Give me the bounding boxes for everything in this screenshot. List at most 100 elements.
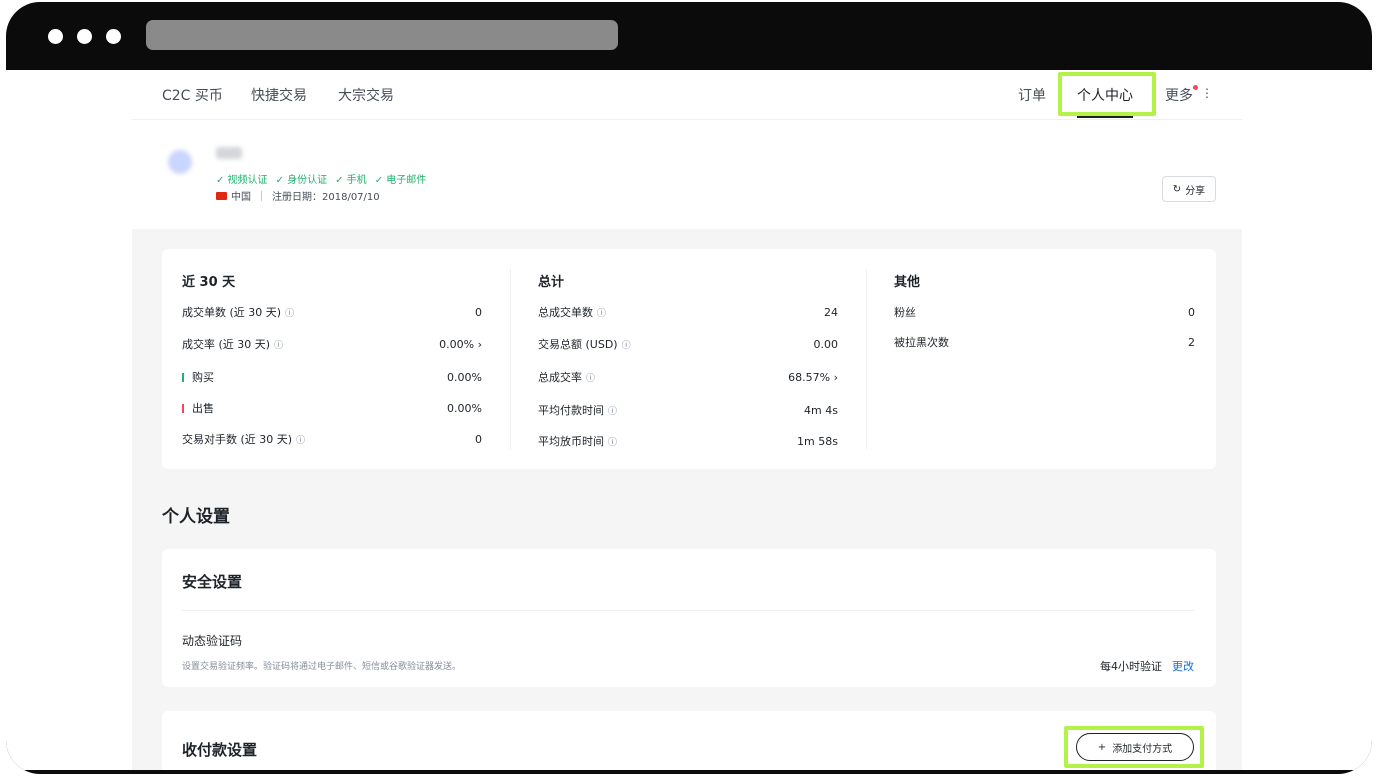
twofa-frequency-value: 每4小时验证: [1100, 660, 1162, 673]
stat-label: 平均放币时间: [538, 435, 604, 448]
twofa-title: 动态验证码: [182, 634, 243, 648]
username-blurred: [216, 147, 242, 159]
column-divider: [510, 269, 511, 449]
stat-value: 0.00%: [447, 370, 482, 384]
add-payment-method-button[interactable]: + 添加支付方式: [1076, 733, 1194, 761]
more-menu-icon[interactable]: ⋮: [1201, 86, 1213, 100]
nav-more[interactable]: 更多: [1165, 85, 1193, 105]
share-label: 分享: [1185, 185, 1206, 197]
stats-total-column: 总计 总成交单数 ⓘ 24 交易总额 (USD) ⓘ 0.00 总成交率 ⓘ 68.5…: [518, 249, 874, 469]
profile-meta: 中国 注册日期：2018/07/10: [216, 188, 380, 203]
badge-video-verified: ✓ 视频认证: [216, 175, 268, 186]
badge-phone-verified: ✓ 手机: [335, 175, 367, 186]
verification-badges: ✓ 视频认证 ✓ 身份认证 ✓ 手机 ✓ 电子邮件: [216, 171, 426, 186]
info-icon[interactable]: ⓘ: [296, 433, 305, 446]
top-nav: C2C 买币 快捷交易 大宗交易 订单 个人中心 更多 ⋮: [132, 70, 1242, 120]
nav-orders[interactable]: 订单: [1018, 85, 1046, 105]
stat-label: 购买: [192, 371, 214, 384]
share-button[interactable]: ↻ 分享: [1162, 176, 1216, 202]
stat-row: 成交单数 (近 30 天) ⓘ 0: [182, 304, 482, 320]
stat-row: 被拉黑次数 2: [894, 334, 1195, 350]
browser-frame: C2C 买币 快捷交易 大宗交易 订单 个人中心 更多 ⋮ ✓ 视频认证 ✓ 身…: [6, 2, 1372, 774]
profile-header: ✓ 视频认证 ✓ 身份认证 ✓ 手机 ✓ 电子邮件 中国 注册日期：2018/0…: [132, 121, 1242, 229]
avatar: [168, 150, 192, 174]
stats-card: 近 30 天 成交单数 (近 30 天) ⓘ 0 成交率 (近 30 天) ⓘ 0.…: [162, 249, 1216, 469]
stat-value: 2: [1188, 335, 1195, 349]
stat-label: 被拉黑次数: [894, 336, 949, 349]
stat-value: 0.00% ›: [439, 337, 482, 351]
stat-value: 4m 4s: [804, 403, 838, 417]
payment-settings-card: 收付款设置 + 添加支付方式: [162, 711, 1216, 770]
stats-other-title: 其他: [894, 275, 921, 290]
info-icon[interactable]: ⓘ: [622, 338, 631, 351]
twofa-frequency: 每4小时验证 更改: [1100, 658, 1194, 674]
page-viewport: C2C 买币 快捷交易 大宗交易 订单 个人中心 更多 ⋮ ✓ 视频认证 ✓ 身…: [6, 70, 1372, 770]
stat-row[interactable]: 总成交率 ⓘ 68.57% ›: [538, 369, 838, 385]
stat-row: 平均付款时间 ⓘ 4m 4s: [538, 402, 838, 418]
info-icon[interactable]: ⓘ: [608, 435, 617, 448]
stat-label: 粉丝: [894, 306, 916, 319]
plus-icon: +: [1097, 741, 1107, 753]
stat-label: 交易总额 (USD): [538, 338, 618, 351]
stat-row: 平均放币时间 ⓘ 1m 58s: [538, 433, 838, 449]
window-controls: [48, 29, 121, 44]
info-icon[interactable]: ⓘ: [285, 306, 294, 319]
info-icon[interactable]: ⓘ: [597, 306, 606, 319]
stat-value: 1m 58s: [797, 434, 838, 448]
twofa-change-link[interactable]: 更改: [1172, 658, 1194, 674]
nav-block-trade[interactable]: 大宗交易: [338, 85, 394, 105]
stat-value: 0.00: [813, 337, 839, 351]
stat-row: 总成交单数 ⓘ 24: [538, 304, 838, 320]
stats-recent-title: 近 30 天: [182, 275, 236, 290]
info-icon[interactable]: ⓘ: [274, 338, 283, 351]
stat-value: 24: [824, 305, 838, 319]
security-settings-title: 安全设置: [182, 573, 243, 591]
active-tab-indicator: [1077, 116, 1133, 118]
stat-value: 0: [475, 432, 482, 446]
stat-value: 0: [475, 305, 482, 319]
stat-row: 交易总额 (USD) ⓘ 0.00: [538, 336, 838, 352]
stat-value: 0.00%: [447, 401, 482, 415]
stat-row: 交易对手数 (近 30 天) ⓘ 0: [182, 431, 482, 447]
window-dot-icon[interactable]: [106, 29, 121, 44]
stat-label: 成交单数 (近 30 天): [182, 306, 282, 319]
window-dot-icon[interactable]: [48, 29, 63, 44]
china-flag-icon: [216, 191, 227, 200]
info-icon[interactable]: ⓘ: [586, 371, 595, 384]
add-payment-method-label: 添加支付方式: [1112, 743, 1173, 755]
stat-label: 出售: [192, 402, 214, 415]
stats-other-column: 其他 粉丝 0 被拉黑次数 2: [874, 249, 1216, 469]
nav-quick-trade[interactable]: 快捷交易: [251, 85, 307, 105]
badge-id-verified: ✓ 身份认证: [275, 175, 328, 186]
highlight-box: [1058, 72, 1156, 116]
twofa-description: 设置交易验证频率。验证码将通过电子邮件、短信或谷歌验证器发送。: [182, 662, 462, 672]
personal-settings-title: 个人设置: [162, 507, 230, 527]
nav-c2c-buy[interactable]: C2C 买币: [162, 85, 223, 105]
stats-recent-column: 近 30 天 成交单数 (近 30 天) ⓘ 0 成交率 (近 30 天) ⓘ 0.…: [162, 249, 518, 469]
window-dot-icon[interactable]: [77, 29, 92, 44]
notification-dot-icon: [1193, 85, 1198, 90]
page-content: C2C 买币 快捷交易 大宗交易 订单 个人中心 更多 ⋮ ✓ 视频认证 ✓ 身…: [132, 70, 1242, 770]
address-bar[interactable]: [146, 20, 618, 50]
badge-email-verified: ✓ 电子邮件: [374, 175, 427, 186]
stat-row: 粉丝 0: [894, 304, 1195, 320]
divider: [261, 190, 262, 201]
info-icon[interactable]: ⓘ: [608, 404, 617, 417]
security-settings-card: 安全设置 动态验证码 设置交易验证频率。验证码将通过电子邮件、短信或谷歌验证器发…: [162, 549, 1216, 687]
register-date: 注册日期：2018/07/10: [272, 192, 380, 203]
country-label: 中国: [231, 192, 251, 203]
stats-total-title: 总计: [538, 275, 565, 290]
divider: [182, 610, 1194, 611]
highlight-box: + 添加支付方式: [1064, 726, 1204, 768]
stat-label: 总成交率: [538, 371, 582, 384]
stat-row: 购买 0.00%: [182, 369, 482, 385]
stat-value: 0: [1188, 305, 1195, 319]
stat-label: 成交率 (近 30 天): [182, 338, 271, 351]
content-area: 近 30 天 成交单数 (近 30 天) ⓘ 0 成交率 (近 30 天) ⓘ 0.…: [132, 229, 1242, 770]
stat-row[interactable]: 成交率 (近 30 天) ⓘ 0.00% ›: [182, 336, 482, 352]
sell-indicator-icon: [182, 403, 184, 413]
stat-label: 总成交单数: [538, 306, 593, 319]
stat-label: 平均付款时间: [538, 404, 604, 417]
buy-indicator-icon: [182, 372, 184, 382]
stat-label: 交易对手数 (近 30 天): [182, 433, 293, 446]
